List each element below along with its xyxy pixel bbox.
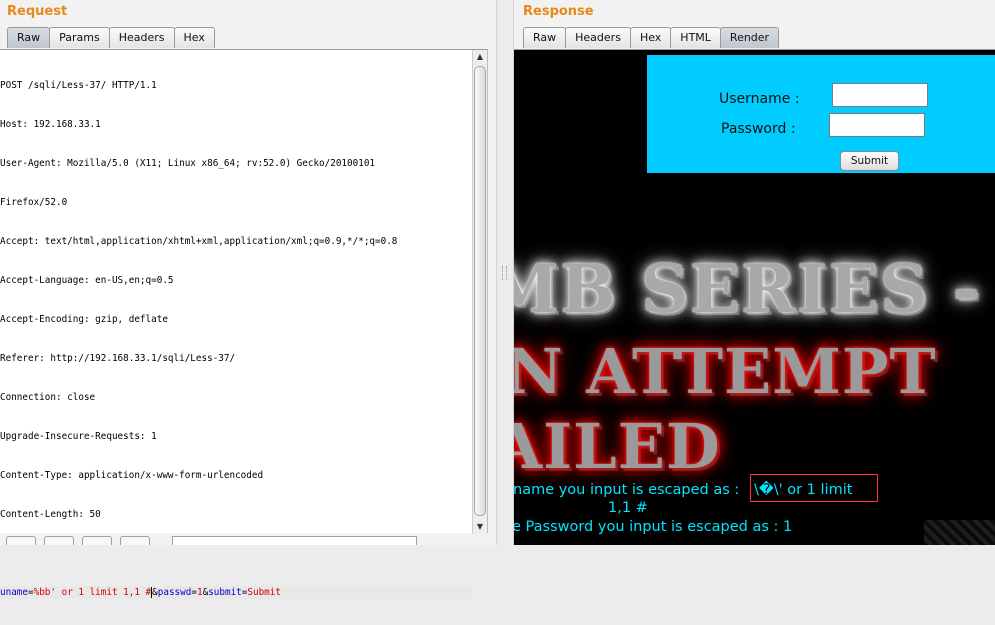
tab-html[interactable]: HTML xyxy=(670,27,721,48)
scroll-up-arrow-icon[interactable]: ▲ xyxy=(473,50,487,64)
request-line: User-Agent: Mozilla/5.0 (X11; Linux x86_… xyxy=(0,158,376,169)
request-line: POST /sqli/Less-37/ HTTP/1.1 xyxy=(0,80,157,91)
help-button[interactable] xyxy=(6,536,36,545)
param-name-submit: submit xyxy=(208,587,242,598)
submit-button[interactable]: Submit xyxy=(840,151,899,171)
banner-login-attempt: N ATTEMPT xyxy=(514,335,937,408)
tab-headers[interactable]: Headers xyxy=(565,27,631,48)
response-pane: Response Raw Headers Hex HTML Render Use… xyxy=(514,0,995,545)
splitter-grip-icon[interactable] xyxy=(502,266,507,280)
add-button[interactable] xyxy=(82,536,112,545)
tab-render[interactable]: Render xyxy=(719,27,780,48)
text-caret: & xyxy=(151,587,158,598)
request-line: Accept: text/html,application/xhtml+xml,… xyxy=(0,236,398,247)
banner-failed: AILED xyxy=(514,410,721,483)
request-tabs: Raw Params Headers Hex xyxy=(7,27,215,48)
render-view: Username : Password : Submit MB SERIES -… xyxy=(514,49,995,545)
tab-hex[interactable]: Hex xyxy=(173,27,215,48)
param-value-uname: %bb' or 1 limit 1,1 # xyxy=(33,587,152,598)
request-line: Connection: close xyxy=(0,392,96,403)
param-value-submit: Submit xyxy=(247,587,281,598)
request-scrollbar[interactable]: ▲ ▼ xyxy=(472,50,487,534)
request-line: Host: 192.168.33.1 xyxy=(0,119,101,130)
login-form: Username : Password : Submit xyxy=(647,55,995,173)
username-label: Username : xyxy=(719,91,800,107)
response-tabs: Raw Headers Hex HTML Render xyxy=(523,27,780,48)
request-line: Accept-Encoding: gzip, deflate xyxy=(0,314,168,325)
param-name-passwd: passwd xyxy=(157,587,192,598)
tab-params[interactable]: Params xyxy=(49,27,110,48)
banner-title: MB SERIES - xyxy=(514,250,981,328)
previous-button[interactable] xyxy=(44,536,74,545)
request-line: Content-Type: application/x-www-form-url… xyxy=(0,470,264,481)
request-line: Referer: http://192.168.33.1/sqli/Less-3… xyxy=(0,353,236,364)
request-line xyxy=(0,547,472,560)
password-input[interactable] xyxy=(829,113,925,137)
search-input[interactable] xyxy=(172,536,417,545)
username-input[interactable] xyxy=(832,83,928,107)
response-title: Response xyxy=(523,4,594,19)
tab-headers[interactable]: Headers xyxy=(108,27,175,48)
request-line: Firefox/52.0 xyxy=(0,197,68,208)
scrollbar-thumb[interactable] xyxy=(474,66,486,516)
request-editor[interactable]: POST /sqli/Less-37/ HTTP/1.1 Host: 192.1… xyxy=(0,49,488,599)
tab-raw[interactable]: Raw xyxy=(7,27,51,48)
request-pane: Request Raw Params Headers Hex POST /sql… xyxy=(0,0,496,599)
escaped-username-value: \�\' or 1 limit xyxy=(754,482,853,498)
param-name-uname: uname xyxy=(0,587,28,598)
render-corner-texture xyxy=(924,520,995,545)
tab-hex[interactable]: Hex xyxy=(629,27,672,48)
next-button[interactable] xyxy=(120,536,150,545)
tab-raw[interactable]: Raw xyxy=(523,27,567,48)
request-search-bar xyxy=(0,536,488,545)
password-label: Password : xyxy=(721,121,796,137)
escaped-password-line: e Password you input is escaped as : 1 xyxy=(514,519,793,535)
request-title: Request xyxy=(7,4,68,19)
request-line: Accept-Language: en-US,en;q=0.5 xyxy=(0,275,174,286)
request-line: Content-Length: 50 xyxy=(0,509,101,520)
scroll-down-arrow-icon[interactable]: ▼ xyxy=(473,520,487,534)
escaped-username-label: name you input is escaped as : xyxy=(514,482,740,498)
pane-splitter[interactable] xyxy=(496,0,514,545)
escaped-username-continued: 1,1 # xyxy=(608,500,648,516)
request-line: Upgrade-Insecure-Requests: 1 xyxy=(0,431,157,442)
request-body-line: uname=%bb' or 1 limit 1,1 #&passwd=1&sub… xyxy=(0,586,472,599)
